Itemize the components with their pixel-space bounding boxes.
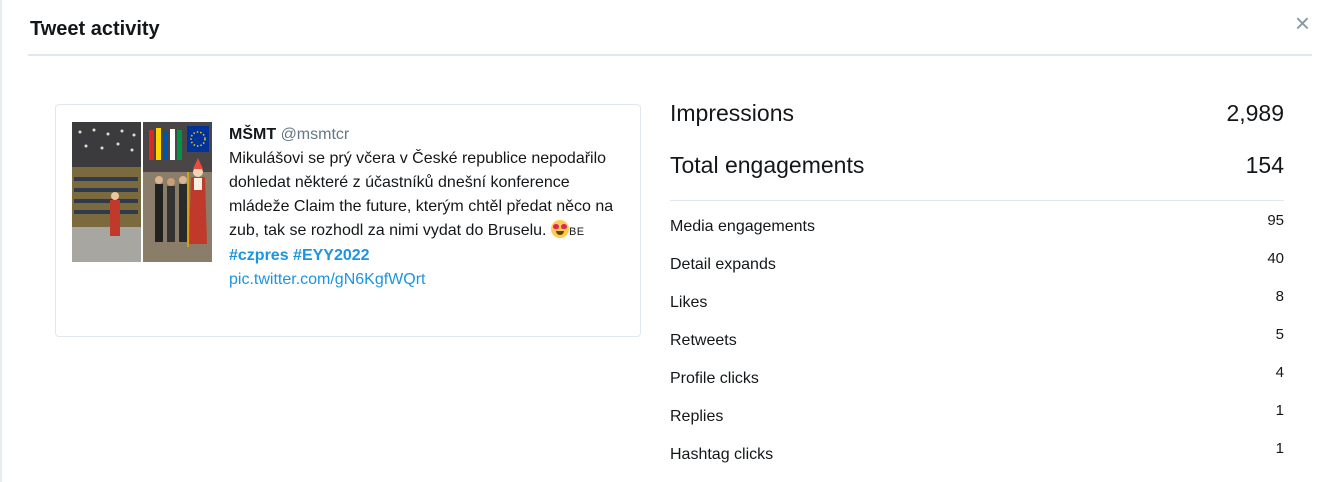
impressions-value: 2,989 <box>1226 100 1284 126</box>
stat-label: Media engagements <box>670 218 815 235</box>
total-engagements-value: 154 <box>1245 152 1284 178</box>
stat-row: Retweets 5 <box>670 315 1284 353</box>
stat-value: 8 <box>1275 288 1284 305</box>
stat-value: 1 <box>1275 440 1284 457</box>
left-border <box>0 0 2 482</box>
stat-value: 4 <box>1275 364 1284 381</box>
close-icon[interactable]: × <box>1295 10 1310 36</box>
tweet-body: MŠMT @msmtcr Mikulášovi se prý včera v Č… <box>229 123 624 292</box>
stat-row: Media engagements 95 <box>670 201 1284 239</box>
tweet-hashtags: #czpres #EYY2022 <box>229 244 624 268</box>
stats-panel: Impressions 2,989 Total engagements 154 … <box>670 100 1284 467</box>
stat-label: Detail expands <box>670 256 776 273</box>
tweet-photo-2[interactable] <box>143 122 212 262</box>
total-engagements-row: Total engagements 154 <box>670 152 1284 202</box>
dialog-header: Tweet activity × <box>28 0 1312 56</box>
tweet-author[interactable]: MŠMT @msmtcr <box>229 123 624 147</box>
hashtag-link[interactable]: #czpres <box>229 247 289 264</box>
stat-value: 95 <box>1267 212 1284 229</box>
stat-label: Profile clicks <box>670 370 759 387</box>
stat-label: Hashtag clicks <box>670 446 774 463</box>
pic-link[interactable]: pic.twitter.com/gN6KgfWQrt <box>229 271 426 288</box>
flag-code: BE <box>568 226 585 238</box>
author-name[interactable]: MŠMT <box>229 126 276 143</box>
stat-row: Hashtag clicks 1 <box>670 429 1284 467</box>
stat-row: Likes 8 <box>670 277 1284 315</box>
stat-value: 5 <box>1275 326 1284 343</box>
impressions-label: Impressions <box>670 100 794 126</box>
total-engagements-label: Total engagements <box>670 152 865 178</box>
hashtag-link[interactable]: #EYY2022 <box>293 247 370 264</box>
tweet-media[interactable] <box>72 122 212 262</box>
author-handle[interactable]: @msmtcr <box>281 126 350 143</box>
stat-label: Likes <box>670 294 708 311</box>
stat-row: Replies 1 <box>670 391 1284 429</box>
tweet-text: Mikulášovi se prý včera v České republic… <box>229 147 624 244</box>
star-struck-emoji-icon <box>550 220 569 238</box>
tweet-photo-1[interactable] <box>72 122 141 262</box>
stat-value: 40 <box>1267 250 1284 267</box>
tweet-card[interactable]: MŠMT @msmtcr Mikulášovi se prý včera v Č… <box>55 104 641 337</box>
stat-label: Retweets <box>670 332 737 349</box>
stat-label: Replies <box>670 408 724 425</box>
stat-row: Detail expands 40 <box>670 239 1284 277</box>
stat-value: 1 <box>1275 402 1284 419</box>
dialog-title: Tweet activity <box>30 18 160 40</box>
impressions-row: Impressions 2,989 <box>670 100 1284 152</box>
stat-row: Profile clicks 4 <box>670 353 1284 391</box>
